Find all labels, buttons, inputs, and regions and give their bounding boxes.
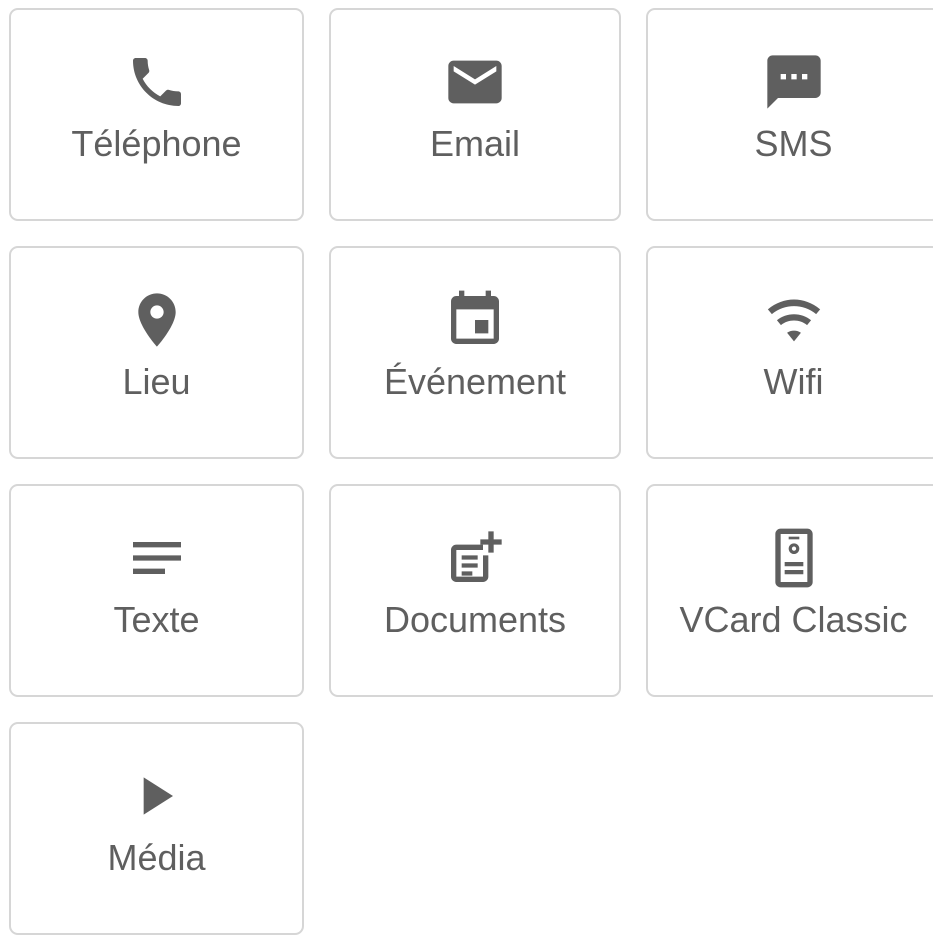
tile-label: VCard Classic [679, 599, 908, 640]
sms-icon [762, 50, 826, 114]
email-icon [443, 50, 507, 114]
tile-label: Email [429, 123, 521, 164]
tile-email[interactable]: Email [329, 8, 621, 221]
location-pin-icon [125, 288, 189, 352]
tile-label: SMS [754, 123, 833, 164]
tile-lieu[interactable]: Lieu [9, 246, 304, 459]
tile-label: Texte [113, 599, 200, 640]
play-icon [125, 764, 189, 828]
tile-label: Média [107, 837, 206, 878]
tile-label: Lieu [122, 361, 191, 402]
text-lines-icon [125, 526, 189, 590]
vcard-phone-icon [762, 526, 826, 590]
tile-label: Documents [383, 599, 567, 640]
phone-icon [125, 50, 189, 114]
tile-label: Wifi [763, 361, 824, 402]
tile-telephone[interactable]: Téléphone [9, 8, 304, 221]
document-add-icon [443, 526, 507, 590]
tile-label: Téléphone [71, 123, 242, 164]
calendar-event-icon [443, 288, 507, 352]
tile-documents[interactable]: Documents [329, 484, 621, 697]
tile-evenement[interactable]: Événement [329, 246, 621, 459]
tile-vcard-classic[interactable]: VCard Classic [646, 484, 933, 697]
tile-media[interactable]: Média [9, 722, 304, 935]
tile-label: Événement [383, 361, 567, 402]
qr-type-grid: Téléphone Email SMS Lieu Événement Wifi … [9, 8, 933, 935]
wifi-icon [762, 288, 826, 352]
tile-wifi[interactable]: Wifi [646, 246, 933, 459]
tile-texte[interactable]: Texte [9, 484, 304, 697]
tile-sms[interactable]: SMS [646, 8, 933, 221]
